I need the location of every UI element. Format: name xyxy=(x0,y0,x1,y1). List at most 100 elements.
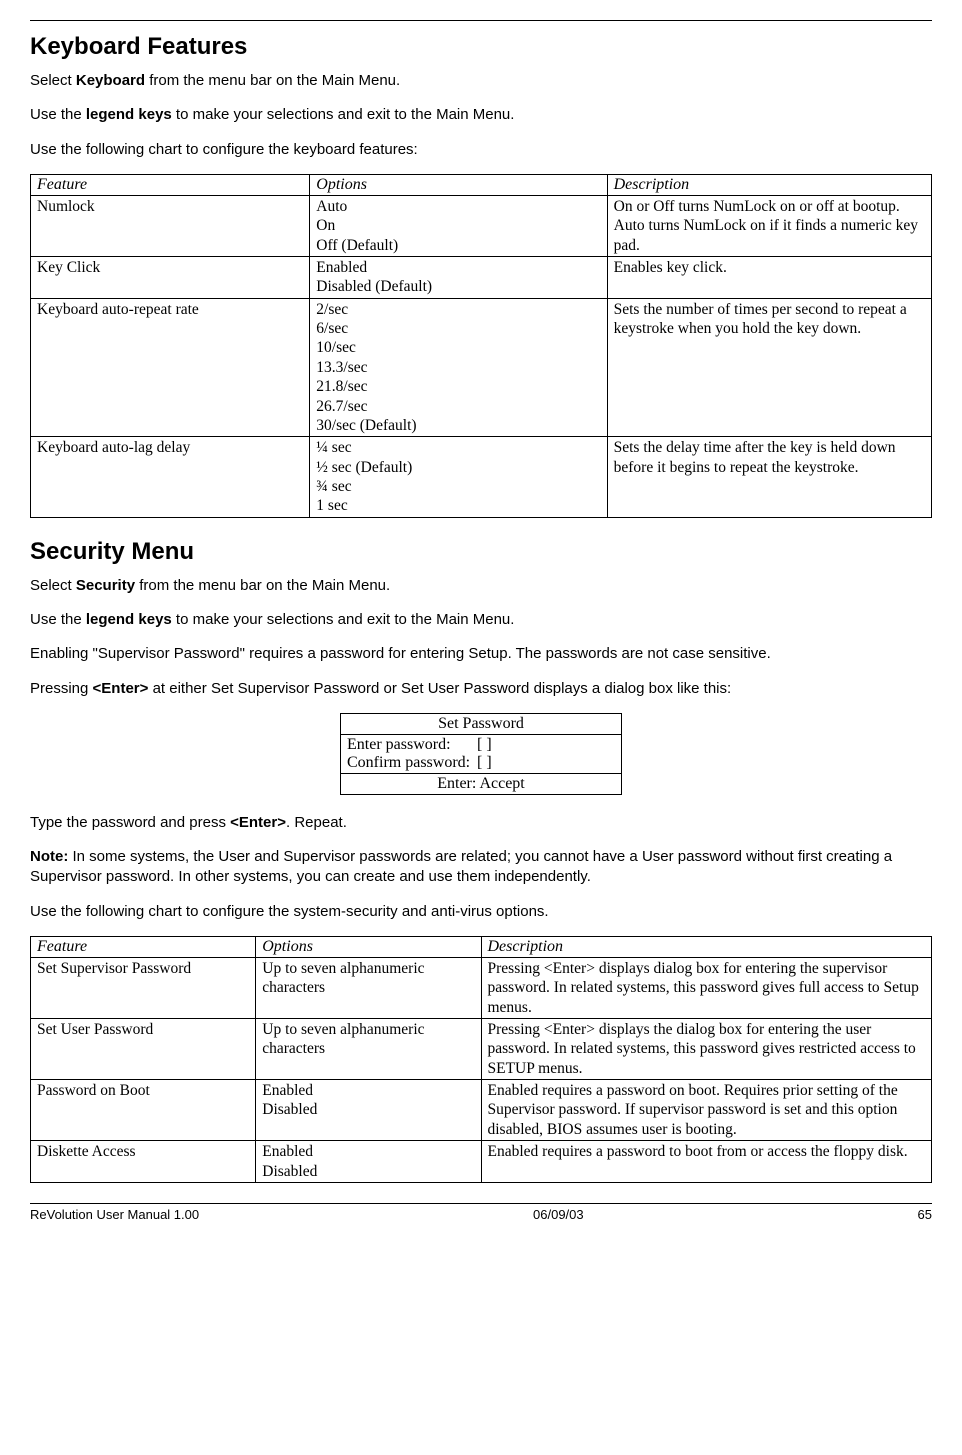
option-line: ¼ sec xyxy=(316,438,600,457)
option-line: ½ sec (Default) xyxy=(316,458,600,477)
option-line: 21.8/sec xyxy=(316,377,600,396)
text: to make your selections and exit to the … xyxy=(172,106,515,123)
table-row: Key ClickEnabledDisabled (Default)Enable… xyxy=(31,256,932,298)
cell-description: Sets the delay time after the key is hel… xyxy=(607,437,931,518)
table-header-row: Feature Options Description xyxy=(31,174,932,195)
paragraph: Pressing <Enter> at either Set Superviso… xyxy=(30,679,932,699)
dialog-field: [ ] xyxy=(477,754,492,772)
option-line: ¾ sec xyxy=(316,477,600,496)
cell-feature: Set Supervisor Password xyxy=(31,957,256,1018)
text: . Repeat. xyxy=(286,814,347,831)
heading-security-menu: Security Menu xyxy=(30,538,932,566)
table-row: Password on BootEnabledDisabledEnabled r… xyxy=(31,1080,932,1141)
dialog-field: [ ] xyxy=(477,736,492,754)
paragraph: Enabling "Supervisor Password" requires … xyxy=(30,644,932,664)
option-line: Enabled xyxy=(262,1081,474,1100)
cell-options: 2/sec6/sec10/sec13.3/sec21.8/sec26.7/sec… xyxy=(310,298,607,437)
text: from the menu bar on the Main Menu. xyxy=(145,72,400,89)
text: Type the password and press xyxy=(30,814,230,831)
cell-feature: Diskette Access xyxy=(31,1141,256,1183)
set-password-dialog: Set Password Enter password: [ ] Confirm… xyxy=(340,713,622,795)
dialog-label: Confirm password: xyxy=(347,754,477,772)
option-line: 10/sec xyxy=(316,338,600,357)
security-options-table: Feature Options Description Set Supervis… xyxy=(30,936,932,1183)
cell-description: Enables key click. xyxy=(607,256,931,298)
cell-description: Sets the number of times per second to r… xyxy=(607,298,931,437)
table-row: Numlock AutoOnOff (Default) On or Off turn… xyxy=(31,195,932,256)
option-line: Up to seven alphanumeric characters xyxy=(262,959,474,998)
option-line: 2/sec xyxy=(316,300,600,319)
table-header-row: Feature Options Description xyxy=(31,936,932,957)
option-line: 6/sec xyxy=(316,319,600,338)
text-bold: Security xyxy=(76,577,135,594)
cell-feature: Keyboard auto-lag delay xyxy=(31,437,310,518)
cell-description: Pressing <Enter> displays dialog box for… xyxy=(481,957,932,1018)
dialog-footer: Enter: Accept xyxy=(341,774,621,794)
cell-description: Pressing <Enter> displays the dialog box… xyxy=(481,1018,932,1079)
page-footer: ReVolution User Manual 1.00 06/09/03 65 xyxy=(30,1203,932,1222)
note-text: In some systems, the User and Supervisor… xyxy=(30,848,892,885)
table-row: Keyboard auto-repeat rate2/sec6/sec10/se… xyxy=(31,298,932,437)
paragraph: Use the following chart to configure the… xyxy=(30,140,932,160)
table-row: Keyboard auto-lag delay ¼ sec½ sec (Defau… xyxy=(31,437,932,518)
paragraph: Select Keyboard from the menu bar on the… xyxy=(30,71,932,91)
text-bold: <Enter> xyxy=(230,814,286,831)
option-line: 26.7/sec xyxy=(316,397,600,416)
text: Use the xyxy=(30,106,86,123)
dialog-row: Enter password: [ ] xyxy=(347,736,615,754)
cell-description: On or Off turns NumLock on or off at boo… xyxy=(607,195,931,256)
col-options: Options xyxy=(256,936,481,957)
heading-keyboard-features: Keyboard Features xyxy=(30,33,932,61)
dialog-row: Confirm password: [ ] xyxy=(347,754,615,772)
text: Use the xyxy=(30,611,86,628)
text-bold: Keyboard xyxy=(76,72,145,89)
cell-options: EnabledDisabled (Default) xyxy=(310,256,607,298)
footer-center: 06/09/03 xyxy=(533,1207,584,1222)
text: Pressing xyxy=(30,680,93,697)
dialog-body: Enter password: [ ] Confirm password: [ … xyxy=(341,735,621,774)
option-line: On xyxy=(316,216,600,235)
option-line: 30/sec (Default) xyxy=(316,416,600,435)
text: at either Set Supervisor Password or Set… xyxy=(148,680,731,697)
table-row: Set User PasswordUp to seven alphanumeri… xyxy=(31,1018,932,1079)
cell-description: Enabled requires a password to boot from… xyxy=(481,1141,932,1183)
text: to make your selections and exit to the … xyxy=(172,611,515,628)
option-line: Disabled xyxy=(262,1162,474,1181)
col-options: Options xyxy=(310,174,607,195)
cell-options: Up to seven alphanumeric characters xyxy=(256,1018,481,1079)
cell-feature: Numlock xyxy=(31,195,310,256)
paragraph: Use the following chart to configure the… xyxy=(30,902,932,922)
cell-options: EnabledDisabled xyxy=(256,1141,481,1183)
col-description: Description xyxy=(481,936,932,957)
cell-feature: Set User Password xyxy=(31,1018,256,1079)
cell-options: EnabledDisabled xyxy=(256,1080,481,1141)
text-bold: legend keys xyxy=(86,611,172,628)
cell-feature: Password on Boot xyxy=(31,1080,256,1141)
note-paragraph: Note: In some systems, the User and Supe… xyxy=(30,847,932,888)
col-feature: Feature xyxy=(31,174,310,195)
option-line: 1 sec xyxy=(316,496,600,515)
paragraph: Type the password and press <Enter>. Rep… xyxy=(30,813,932,833)
cell-feature: Key Click xyxy=(31,256,310,298)
paragraph: Select Security from the menu bar on the… xyxy=(30,576,932,596)
text: from the menu bar on the Main Menu. xyxy=(135,577,390,594)
cell-description: Enabled requires a password on boot. Req… xyxy=(481,1080,932,1141)
option-line: Off (Default) xyxy=(316,236,600,255)
option-line: Auto xyxy=(316,197,600,216)
page-top-rule xyxy=(30,20,932,21)
cell-feature: Keyboard auto-repeat rate xyxy=(31,298,310,437)
text: Select xyxy=(30,72,76,89)
footer-left: ReVolution User Manual 1.00 xyxy=(30,1207,199,1222)
text-bold: <Enter> xyxy=(93,680,149,697)
text-bold: legend keys xyxy=(86,106,172,123)
option-line: Up to seven alphanumeric characters xyxy=(262,1020,474,1059)
dialog-title: Set Password xyxy=(341,714,621,735)
col-feature: Feature xyxy=(31,936,256,957)
dialog-label: Enter password: xyxy=(347,736,477,754)
option-line: Enabled xyxy=(316,258,600,277)
option-line: Disabled (Default) xyxy=(316,277,600,296)
footer-right: 65 xyxy=(918,1207,932,1222)
option-line: Disabled xyxy=(262,1100,474,1119)
text: Select xyxy=(30,577,76,594)
paragraph: Use the legend keys to make your selecti… xyxy=(30,105,932,125)
